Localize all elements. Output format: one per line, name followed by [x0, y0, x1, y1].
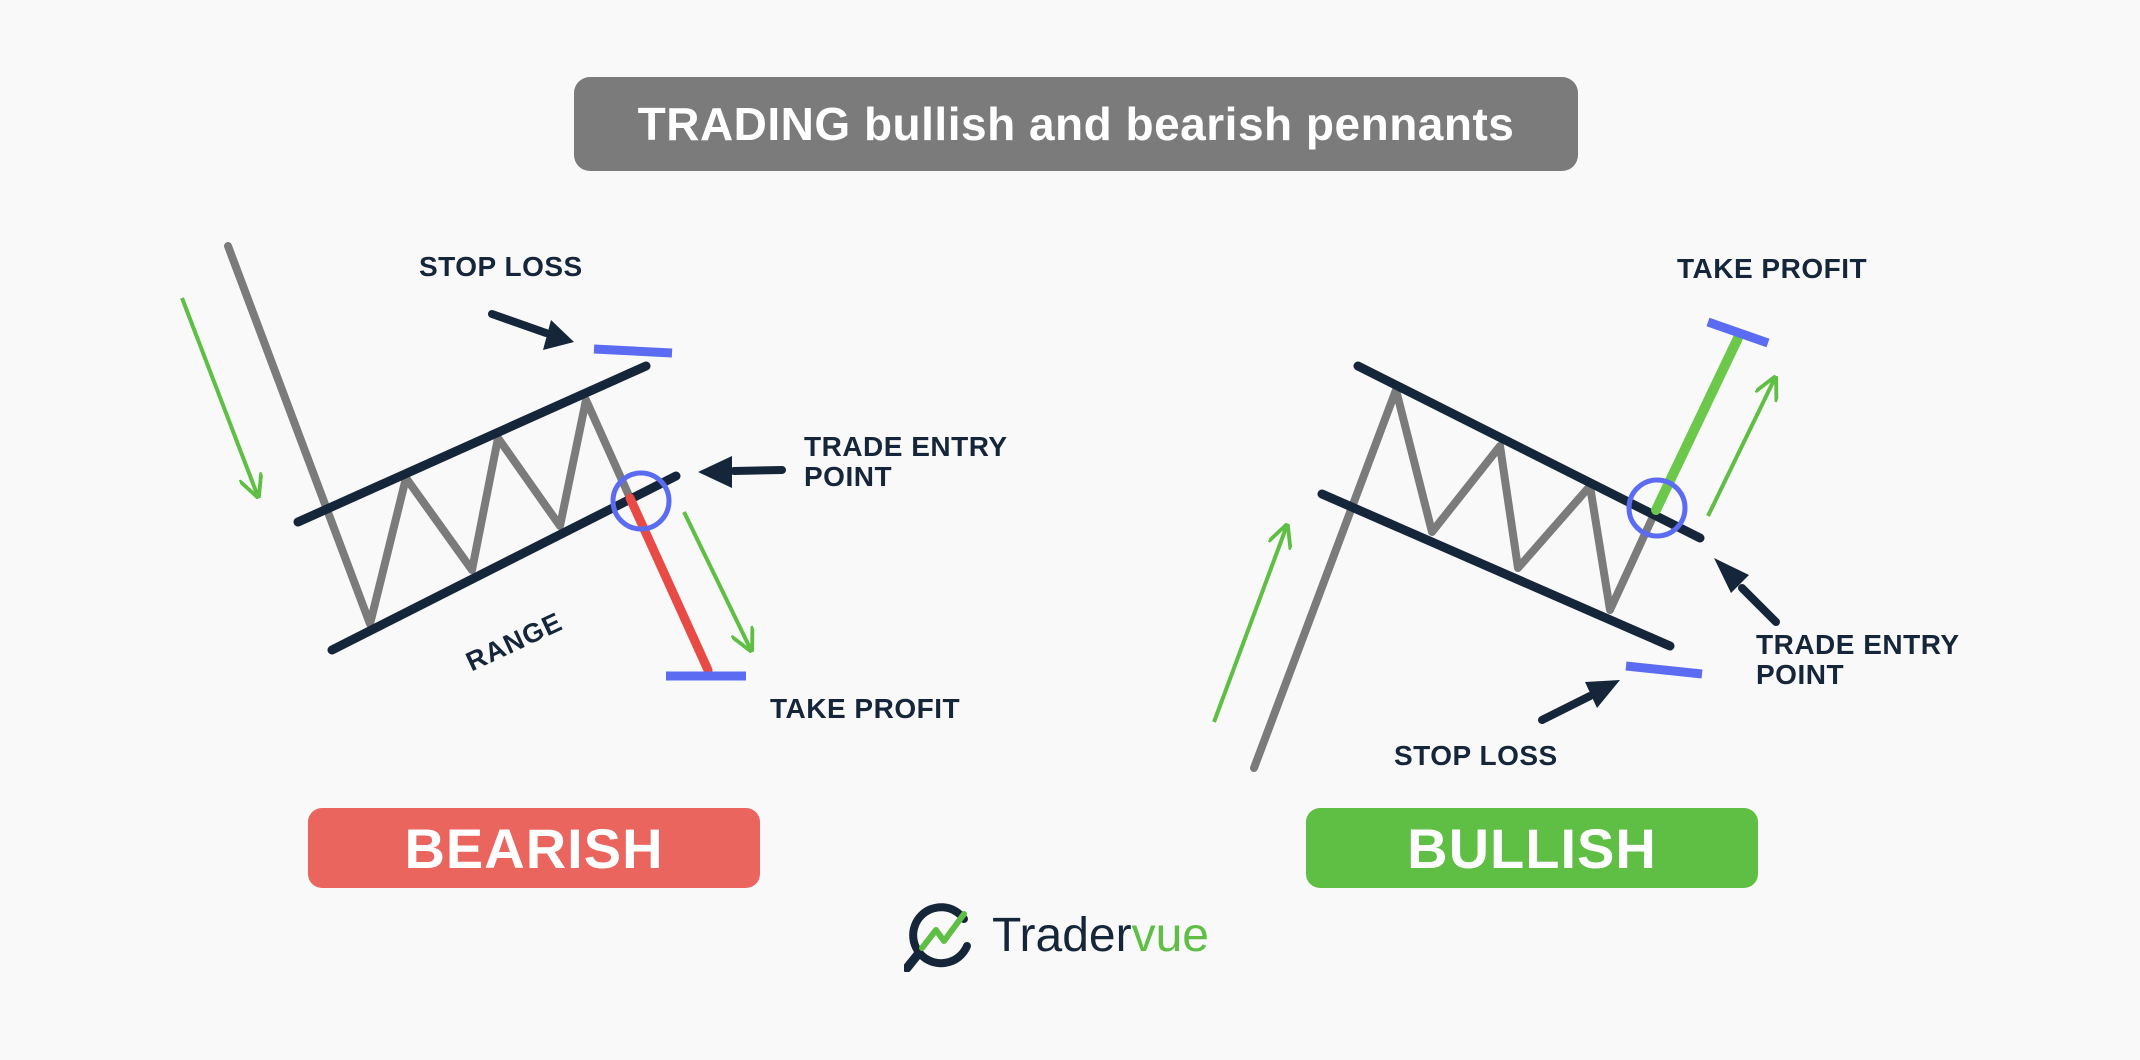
bearish-trade-entry-line1: TRADE ENTRY: [804, 431, 1008, 462]
bullish-trade-entry-line2: POINT: [1756, 659, 1845, 690]
bullish-price-path: [1250, 386, 1660, 772]
range-label: RANGE: [461, 607, 567, 678]
bullish-trade-entry-line1: TRADE ENTRY: [1756, 629, 1960, 660]
bearish-entry-arrowhead: [698, 456, 732, 488]
bearish-stop-loss-arrow-shaft: [488, 310, 550, 337]
bullish-stop-loss-label: STOP LOSS: [1394, 740, 1558, 771]
page-title: TRADING bullish and bearish pennants: [574, 77, 1578, 171]
bearish-pennant: RANGE: [180, 242, 786, 681]
bullish-stop-loss-arrow-shaft: [1538, 692, 1594, 724]
bullish-stop-loss-marker: [1625, 661, 1703, 679]
bearish-target-arrow: [682, 511, 750, 648]
bullish-entry-arrow-shaft: [1738, 584, 1780, 626]
logo-wordmark-part1: Trader: [992, 908, 1132, 962]
tradervue-logo: Tradervue: [904, 898, 1209, 972]
bearish-breakdown-line: [625, 493, 713, 675]
bullish-target-arrow: [1706, 380, 1774, 517]
bearish-stop-loss-arrowhead: [543, 320, 574, 350]
bearish-stop-loss-label: STOP LOSS: [419, 251, 583, 282]
bearish-take-profit-label: TAKE PROFIT: [770, 693, 961, 724]
bullish-take-profit-label: TAKE PROFIT: [1677, 253, 1868, 284]
bearish-badge: BEARISH: [308, 808, 760, 888]
bearish-trade-entry-line2: POINT: [804, 461, 893, 492]
bullish-trend-arrow: [1212, 528, 1286, 723]
logo-wordmark-part2: vue: [1131, 908, 1209, 962]
bullish-lower-trendline: [1317, 489, 1675, 651]
bullish-badge: BULLISH: [1306, 808, 1758, 888]
bullish-pennant: [1212, 317, 1780, 772]
bearish-entry-arrow-shaft: [730, 466, 786, 475]
bearish-trend-arrow: [180, 297, 257, 494]
bearish-upper-trendline: [293, 361, 651, 527]
bearish-price-path: [224, 242, 634, 628]
bearish-stop-loss-marker: [593, 344, 673, 358]
bearish-trade-entry-label: TRADE ENTRY POINT: [804, 432, 1008, 492]
magnifier-chart-icon: [904, 903, 971, 972]
bullish-trade-entry-label: TRADE ENTRY POINT: [1756, 630, 1960, 690]
logo-wordmark: Tradervue: [992, 908, 1209, 963]
